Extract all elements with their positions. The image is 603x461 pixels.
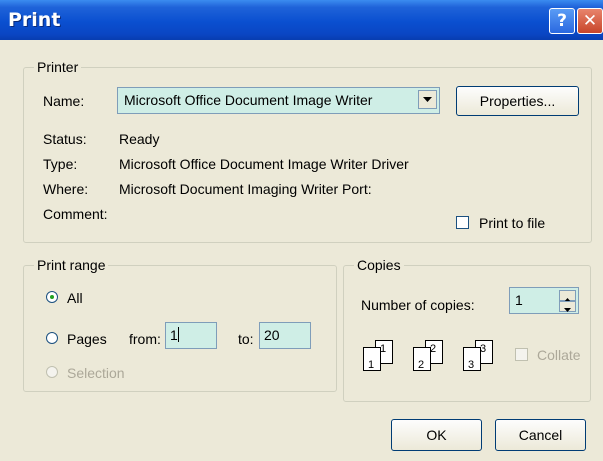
copies-value: 1 [515, 292, 523, 308]
type-value: Microsoft Office Document Image Writer D… [119, 156, 409, 172]
print-to-file-label[interactable]: Print to file [479, 215, 545, 231]
help-icon: ? [557, 11, 567, 31]
all-radio[interactable] [46, 291, 58, 303]
copies-group: Copies [343, 257, 591, 402]
all-label[interactable]: All [67, 290, 83, 306]
from-input[interactable]: 1 [165, 322, 217, 349]
chevron-down-icon[interactable] [418, 90, 437, 109]
title-bar: Print ? ✕ [0, 0, 603, 40]
pages-label[interactable]: Pages [67, 331, 107, 347]
from-label: from: [129, 331, 161, 347]
type-label: Type: [43, 156, 78, 172]
comment-label: Comment: [43, 206, 108, 222]
printer-legend: Printer [34, 59, 82, 75]
help-button[interactable]: ? [549, 8, 575, 34]
status-value: Ready [119, 131, 160, 147]
spin-down-icon[interactable] [559, 301, 576, 312]
print-range-legend: Print range [34, 257, 109, 273]
to-input[interactable]: 20 [259, 322, 311, 349]
collate-page-front-3: 3 [463, 347, 481, 371]
spin-up-icon[interactable] [559, 290, 576, 302]
close-button[interactable]: ✕ [577, 8, 603, 34]
collate-label[interactable]: Collate [537, 347, 581, 363]
collate-page-front-1: 1 [363, 347, 381, 371]
window-title: Print [8, 9, 61, 31]
copies-legend: Copies [354, 257, 404, 273]
properties-button[interactable]: Properties... [456, 86, 579, 116]
cancel-button[interactable]: Cancel [495, 419, 586, 451]
copies-stepper[interactable]: 1 [509, 287, 579, 314]
where-value: Microsoft Document Imaging Writer Port: [119, 181, 372, 197]
close-icon: ✕ [582, 11, 598, 31]
ok-button-label: OK [426, 427, 447, 443]
printer-name-value: Microsoft Office Document Image Writer [124, 92, 373, 108]
name-label: Name: [43, 93, 85, 109]
properties-button-label: Properties... [479, 93, 556, 109]
to-value: 20 [264, 327, 280, 343]
where-label: Where: [43, 181, 89, 197]
selection-label[interactable]: Selection [67, 365, 125, 381]
pages-radio[interactable] [46, 332, 58, 344]
number-of-copies-label: Number of copies: [361, 297, 475, 313]
print-to-file-checkbox[interactable] [456, 216, 469, 229]
status-label: Status: [43, 131, 87, 147]
collate-page-front-2: 2 [413, 347, 431, 371]
collate-checkbox[interactable] [515, 348, 528, 361]
printer-name-dropdown[interactable]: Microsoft Office Document Image Writer [117, 87, 440, 114]
cancel-button-label: Cancel [518, 427, 563, 443]
selection-radio[interactable] [46, 366, 58, 378]
from-value: 1 [170, 327, 178, 343]
ok-button[interactable]: OK [391, 419, 482, 451]
to-label: to: [238, 331, 254, 347]
